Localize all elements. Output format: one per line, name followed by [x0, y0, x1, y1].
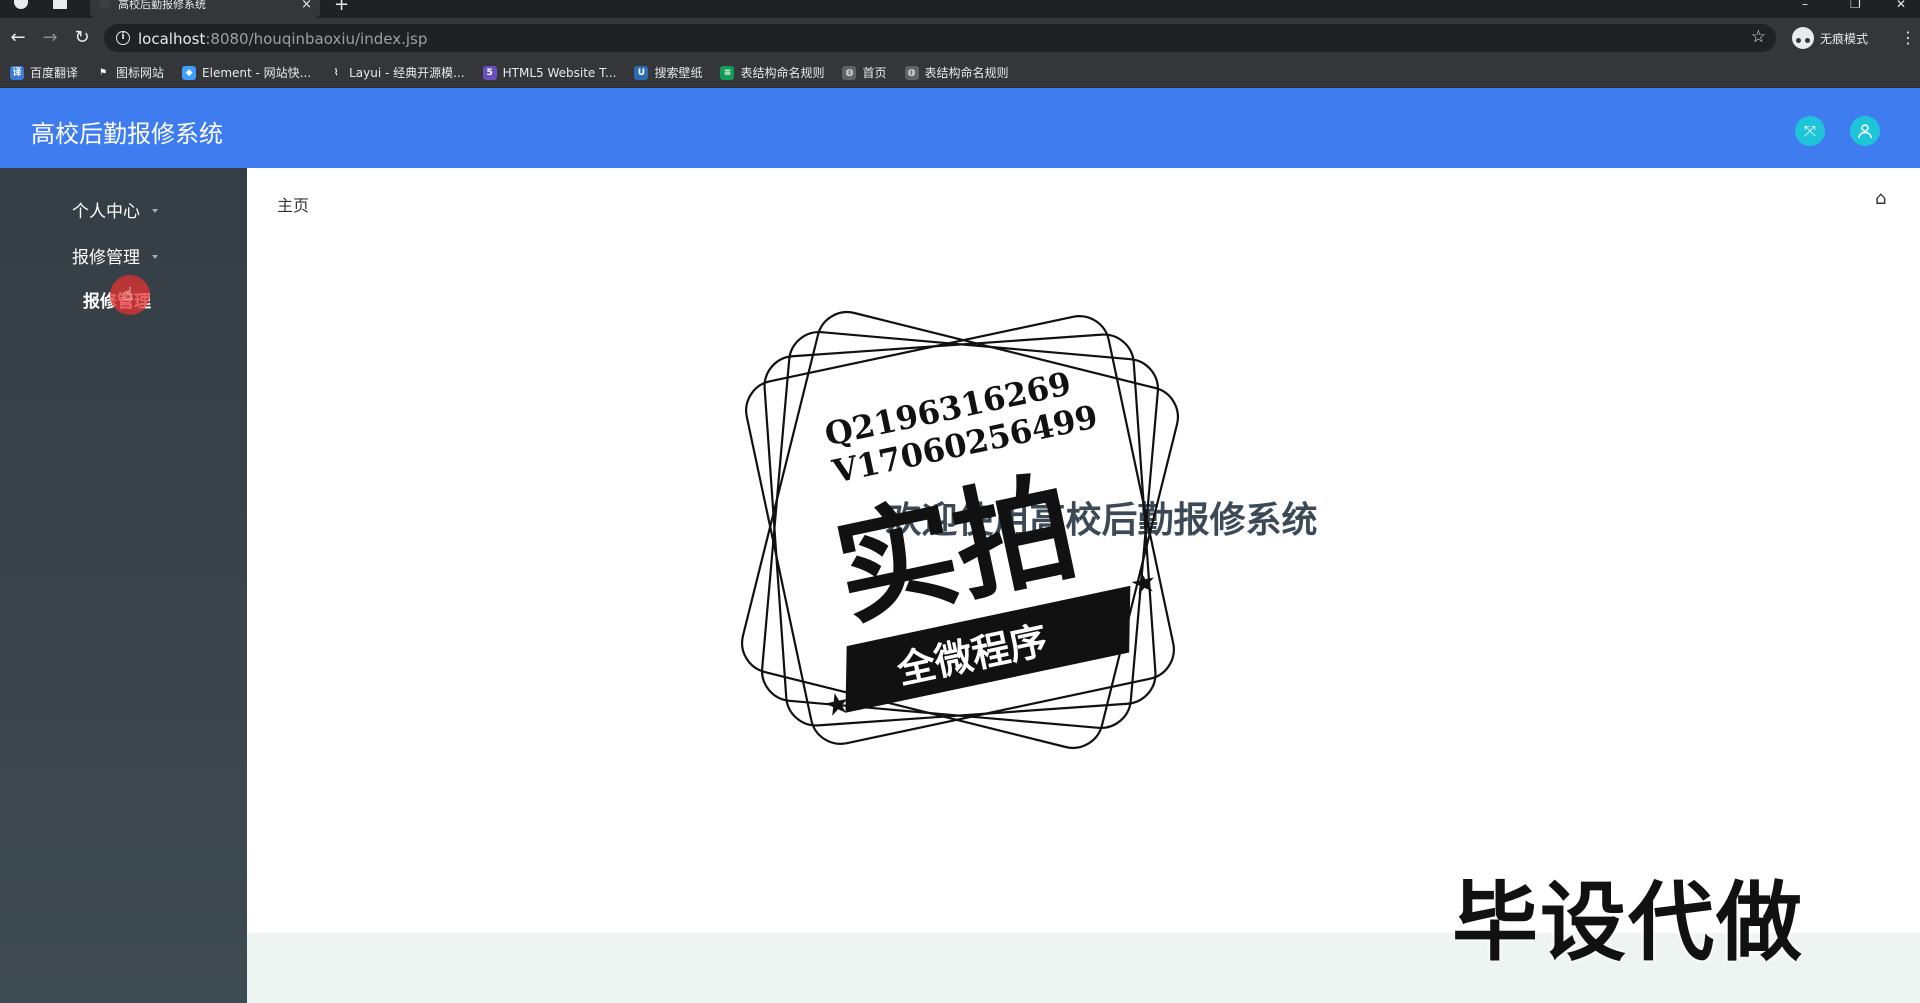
- sidebar-item-repair-management[interactable]: 报修管理: [0, 238, 247, 278]
- watermark-stamp: Q2196316269 V17060256499 实拍 全微程序 ★ ★: [741, 311, 1179, 749]
- bookmark-label: 百度翻译: [30, 66, 79, 80]
- bookmark-label: HTML5 Website T...: [502, 65, 617, 80]
- bookmark-item[interactable]: ⌇ Layui - 经典开源模...: [329, 64, 465, 81]
- bookmark-label: 图标网站: [116, 66, 165, 80]
- forward-arrow-icon[interactable]: →: [38, 26, 62, 50]
- sidebar-item-label: 个人中心: [72, 202, 140, 222]
- bookmark-label: 搜索壁纸: [654, 66, 703, 80]
- bookmark-label: 表结构命名规则: [924, 66, 1009, 80]
- tab-search-icon[interactable]: [53, 0, 67, 9]
- hand-cursor-icon: ☝: [122, 284, 133, 305]
- breadcrumb[interactable]: 主页: [277, 192, 309, 216]
- restore-icon[interactable]: ❐: [1850, 0, 1861, 10]
- app-title: 高校后勤报修系统: [31, 120, 223, 148]
- bookmark-item[interactable]: ≡ 表结构命名规则: [720, 64, 824, 81]
- chevron-down-icon: [152, 255, 158, 259]
- sheet-icon: ≡: [720, 65, 735, 80]
- bookmark-label: 首页: [862, 66, 887, 80]
- close-window-icon[interactable]: ✕: [1896, 0, 1906, 10]
- incognito-icon: [1792, 27, 1814, 49]
- incognito-indicator[interactable]: 无痕模式: [1792, 26, 1868, 50]
- site-info-icon[interactable]: i: [116, 31, 130, 45]
- bookmark-item[interactable]: 译百度翻译: [10, 64, 78, 81]
- bookmark-item[interactable]: ⚑ 图标网站: [96, 64, 164, 81]
- bookmark-label: Element - 网站快...: [202, 66, 312, 80]
- user-icon-svg: [1858, 124, 1872, 139]
- bookmark-item[interactable]: ◍ 表结构命名规则: [904, 64, 1009, 81]
- reload-icon[interactable]: ↻: [70, 26, 94, 50]
- minimize-icon[interactable]: –: [1802, 0, 1808, 10]
- html5-icon: 5: [482, 65, 497, 80]
- star-icon: ★: [1127, 564, 1161, 604]
- globe-icon: ◍: [904, 65, 919, 80]
- app-header: 高校后勤报修系统 ⤧: [0, 88, 1920, 168]
- sidebar: 个人中心 报修管理 报修管理 ☝: [0, 168, 247, 1003]
- bookmark-item[interactable]: U 搜索壁纸: [634, 64, 702, 81]
- browser-tab-active[interactable]: 高校后勤报修系统 ×: [90, 0, 320, 18]
- bookmark-item[interactable]: 5 HTML5 Website T...: [482, 65, 617, 80]
- tab-favicon-icon: [100, 0, 111, 8]
- bookmark-item[interactable]: ◆ Element - 网站快...: [182, 64, 311, 81]
- globe-icon: ◍: [842, 65, 857, 80]
- element-icon: ◆: [182, 65, 197, 80]
- flag-icon: ⚑: [96, 65, 111, 80]
- url-text[interactable]: localhost:8080/houqinbaoxiu/index.jsp: [138, 30, 427, 48]
- user-avatar-icon[interactable]: [1850, 116, 1880, 146]
- corner-watermark-text: 毕设代做: [1452, 873, 1804, 973]
- bookmark-item[interactable]: ◍ 首页: [842, 64, 887, 81]
- fullscreen-icon[interactable]: ⤧: [1795, 116, 1825, 146]
- tab-title: 高校后勤报修系统: [118, 0, 206, 11]
- sidebar-item-label: 报修管理: [72, 248, 140, 268]
- layui-icon: ⌇: [329, 65, 344, 80]
- incognito-label: 无痕模式: [1820, 31, 1869, 46]
- address-bar[interactable]: i localhost:8080/houqinbaoxiu/index.jsp …: [104, 24, 1776, 52]
- bookmark-label: 表结构命名规则: [740, 66, 825, 80]
- home-icon[interactable]: ⌂: [1875, 188, 1886, 209]
- sidebar-item-personal-center[interactable]: 个人中心: [0, 192, 247, 232]
- bookmarks-bar: 译百度翻译 ⚑ 图标网站 ◆ Element - 网站快... ⌇ Layui - 经典开源…: [0, 58, 1920, 88]
- tab-close-icon[interactable]: ×: [301, 0, 312, 11]
- translate-icon: 译: [10, 65, 24, 80]
- chevron-down-icon: [152, 209, 158, 213]
- new-tab-button[interactable]: +: [334, 0, 349, 14]
- bookmark-star-icon[interactable]: ☆: [1751, 27, 1766, 47]
- wallpaper-icon: U: [634, 65, 649, 80]
- browser-toolbar: ← → ↻ i localhost:8080/houqinbaoxiu/inde…: [0, 18, 1920, 58]
- bookmark-label: Layui - 经典开源模...: [349, 66, 465, 80]
- back-arrow-icon[interactable]: ←: [6, 26, 30, 50]
- browser-tab-strip: 高校后勤报修系统 × + – ❐ ✕: [0, 0, 1920, 18]
- browser-menu-kebab-icon[interactable]: ⋮: [1900, 26, 1916, 50]
- browser-menu-icon[interactable]: [14, 0, 28, 9]
